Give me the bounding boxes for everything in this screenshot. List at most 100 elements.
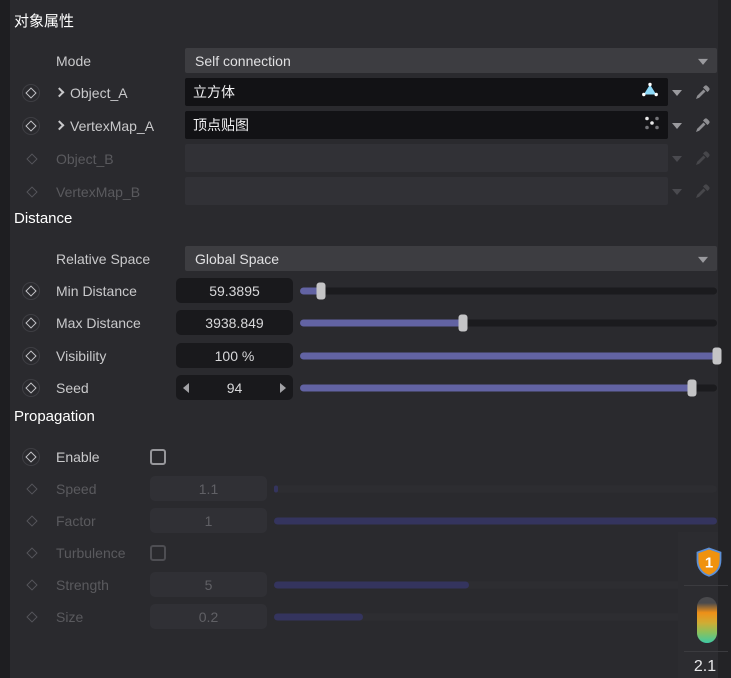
max-distance-slider[interactable] [300,314,717,331]
object-b-label: Object_B [56,150,114,167]
attribute-manager-panel: 对象属性 Mode Self connection Object_A 立方体 V… [0,0,731,678]
keyframe-diamond-icon [26,610,38,623]
turbulence-label: Turbulence [56,544,126,561]
seed-stepper[interactable]: 94 [176,375,293,400]
slider-fill [274,613,363,620]
keyframe-diamond-icon[interactable] [25,349,37,362]
keyframe-slot [26,482,38,495]
row-vertexmap-a: VertexMap_A 顶点贴图 [0,109,718,142]
keyframe-slot [26,152,38,165]
keyframe-diamond-icon [26,482,38,495]
relative-space-label: Relative Space [56,250,151,267]
row-size: Size 0.2 [0,600,718,633]
chevron-down-icon [672,122,682,129]
object-a-value: 立方体 [193,84,235,100]
vertex-map-icon [644,115,660,136]
shield-badge-icon[interactable]: 1 [695,547,723,577]
max-distance-input[interactable]: 3938.849 [176,310,293,335]
row-relative-space: Relative Space Global Space [0,242,718,275]
seed-slider[interactable] [300,379,717,396]
strength-label: Strength [56,576,109,593]
object-a-link-field[interactable]: 立方体 [185,78,668,106]
max-distance-label: Max Distance [56,314,141,331]
size-slider [274,608,717,625]
eyedropper-icon[interactable] [694,84,712,102]
keyframe-diamond-icon[interactable] [25,450,37,463]
mode-dropdown[interactable]: Self connection [185,48,717,73]
vertexmap-a-link-field[interactable]: 顶点贴图 [185,111,668,139]
vertexmap-a-value: 顶点贴图 [193,117,249,133]
chevron-down-icon [698,58,708,65]
seed-label: Seed [56,379,89,396]
min-distance-input[interactable]: 59.3895 [176,278,293,303]
visibility-input[interactable]: 100 % [176,343,293,368]
turbulence-checkbox [150,544,166,561]
visibility-value: 100 % [214,347,255,364]
slider-handle[interactable] [712,347,722,364]
visibility-slider[interactable] [300,347,722,364]
keyframe-diamond-icon[interactable] [25,119,37,132]
gradient-meter-icon [697,597,717,643]
slider-fill [300,319,463,326]
stepper-right-arrow-icon[interactable] [280,382,286,393]
keyframe-diamond-icon[interactable] [25,381,37,394]
expand-chevron-icon[interactable] [55,87,63,95]
enable-label: Enable [56,448,100,465]
keyframe-diamond-icon[interactable] [25,316,37,329]
slider-track [274,485,717,492]
object-a-label: Object_A [70,84,128,101]
polygon-object-icon [640,81,660,103]
keyframe-diamond-icon [26,546,38,559]
vertexmap-b-link-field [185,177,668,205]
slider-handle[interactable] [458,314,468,331]
mode-label: Mode [56,52,92,69]
keyframe-ring [22,378,40,397]
row-object-b: Object_B [0,142,718,175]
row-enable: Enable [0,440,718,473]
min-distance-label: Min Distance [56,282,137,299]
keyframe-ring [22,447,40,466]
object-b-dropdown-arrow [672,153,684,165]
row-mode: Mode Self connection [0,44,718,77]
slider-fill [300,384,692,391]
slider-fill [274,485,279,492]
speed-value: 1.1 [198,480,219,497]
keyframe-diamond-icon[interactable] [25,86,37,99]
vertexmap-b-label: VertexMap_B [56,183,141,200]
relative-space-value: Global Space [195,250,280,267]
relative-space-dropdown[interactable]: Global Space [185,246,717,271]
slider-fill [300,352,717,359]
factor-label: Factor [56,512,96,529]
strength-input: 5 [150,572,267,597]
row-factor: Factor 1 [0,504,718,537]
keyframe-ring [22,116,40,135]
keyframe-ring [22,83,40,102]
slider-handle[interactable] [687,379,697,396]
eyedropper-icon[interactable] [694,117,712,135]
speed-label: Speed [56,480,97,497]
vertexmap-a-dropdown-arrow[interactable] [672,120,684,132]
slider-fill [274,581,469,588]
seed-value: 94 [226,379,243,396]
keyframe-slot [26,185,38,198]
expand-chevron-icon[interactable] [55,120,63,128]
size-input: 0.2 [150,604,267,629]
slider-handle[interactable] [316,282,326,299]
row-visibility: Visibility 100 % [0,339,722,372]
keyframe-ring [22,313,40,332]
chevron-down-icon [698,256,708,263]
overlay-divider [684,651,728,652]
keyframe-diamond-icon [26,578,38,591]
stepper-left-arrow-icon[interactable] [183,382,189,393]
enable-checkbox[interactable] [150,448,166,465]
size-value: 0.2 [198,608,219,625]
strength-slider [274,576,717,593]
keyframe-slot [26,578,38,591]
min-distance-slider[interactable] [300,282,717,299]
vertexmap-a-label: VertexMap_A [70,117,155,134]
row-speed: Speed 1.1 [0,472,718,505]
keyframe-diamond-icon[interactable] [25,284,37,297]
object-a-dropdown-arrow[interactable] [672,87,684,99]
keyframe-diamond-icon [26,185,38,198]
page-title: 对象属性 [14,13,75,30]
